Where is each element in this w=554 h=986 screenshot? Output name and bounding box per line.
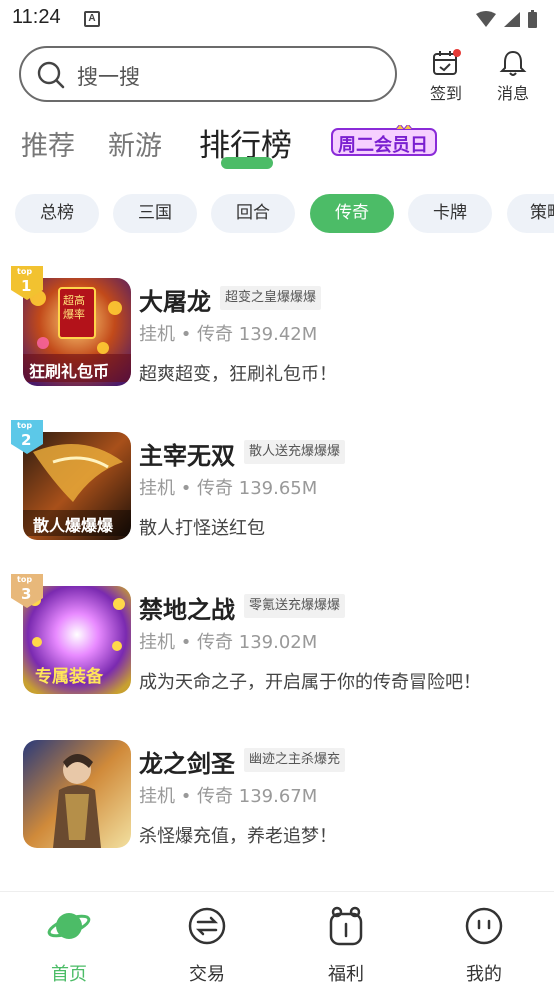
nav-profile[interactable]: 我的 — [444, 904, 524, 986]
nav-trade-label: 交易 — [189, 964, 225, 985]
category-chips: 总榜 三国 回合 传奇 卡牌 策略 — [0, 194, 554, 234]
rank-number: 3 — [21, 585, 32, 603]
unread-dot — [453, 49, 461, 57]
thumb-badge: 超高爆率 — [63, 294, 85, 321]
system-status-icons — [476, 10, 537, 28]
game-title: 龙之剑圣 — [139, 750, 235, 778]
search-input[interactable]: 搜一搜 — [19, 46, 397, 102]
thumb-caption: 专属装备 — [35, 667, 103, 687]
search-placeholder: 搜一搜 — [77, 65, 140, 89]
game-thumbnail — [23, 740, 131, 848]
nav-home-label: 首页 — [51, 964, 87, 985]
game-row[interactable]: 专属装备 top 3 禁地之战 零氪送充爆爆爆 挂机 • 传奇 139.02M … — [0, 572, 554, 712]
planet-icon — [47, 913, 91, 939]
promo-member-day-banner[interactable]: 周二会员日 — [330, 123, 438, 157]
game-meta: 挂机 • 传奇 139.42M — [139, 324, 318, 345]
thumb-caption: 散人爆爆爆 — [33, 516, 114, 535]
game-tag: 零氪送充爆爆爆 — [244, 594, 346, 618]
game-title: 主宰无双 — [139, 442, 235, 470]
exchange-icon — [188, 907, 226, 945]
chip-overall[interactable]: 总榜 — [15, 194, 99, 233]
rank-label: top — [17, 575, 33, 584]
nav-home[interactable]: 首页 — [29, 904, 109, 986]
game-title: 大屠龙 — [139, 288, 211, 316]
active-tab-indicator — [221, 157, 273, 169]
game-tag: 幽迹之主杀爆充 — [244, 748, 346, 772]
bell-icon — [499, 50, 527, 76]
chip-card[interactable]: 卡牌 — [408, 194, 492, 233]
tab-new-games[interactable]: 新游 — [108, 124, 162, 163]
rank-number: 2 — [21, 431, 32, 449]
chip-three-kingdoms[interactable]: 三国 — [113, 194, 197, 233]
game-meta: 挂机 • 传奇 139.02M — [139, 632, 318, 653]
game-description: 成为天命之子，开启属于你的传奇冒险吧！ — [139, 672, 481, 693]
rank-number: 1 — [21, 277, 32, 295]
game-description: 散人打怪送红包 — [139, 518, 265, 539]
calendar-check-icon — [433, 49, 461, 75]
game-row[interactable]: 超高爆率 狂刷礼包币 top 1 大屠龙 超变之皇爆爆爆 挂机 • 传奇 139… — [0, 264, 554, 404]
game-description: 杀怪爆充值，养老追梦！ — [139, 826, 337, 847]
rank-label: top — [17, 421, 33, 430]
nav-profile-label: 我的 — [466, 964, 502, 985]
game-description: 超爽超变，狂刷礼包币！ — [139, 364, 337, 385]
bottom-nav: 首页 交易 福利 我的 — [0, 891, 554, 985]
search-icon — [37, 61, 65, 89]
gift-icon — [329, 906, 363, 946]
messages-label: 消息 — [496, 84, 529, 103]
game-tag: 超变之皇爆爆爆 — [220, 286, 322, 310]
battery-icon — [528, 12, 537, 28]
status-time: 11:24 — [12, 6, 61, 28]
rank-label: top — [17, 267, 33, 276]
game-tag: 散人送充爆爆爆 — [244, 440, 346, 464]
chip-strategy[interactable]: 策略 — [507, 194, 554, 233]
signal-icon — [504, 12, 520, 27]
messages-button[interactable]: 消息 — [488, 48, 538, 104]
checkin-button[interactable]: 签到 — [421, 48, 471, 104]
game-row[interactable]: 龙之剑圣 幽迹之主杀爆充 挂机 • 传奇 139.67M 杀怪爆充值，养老追梦！ — [0, 726, 554, 866]
chip-legend[interactable]: 传奇 — [310, 194, 394, 233]
checkin-label: 签到 — [429, 84, 462, 103]
promo-text: 周二会员日 — [338, 135, 428, 156]
game-meta: 挂机 • 传奇 139.67M — [139, 786, 318, 807]
chip-turn-based[interactable]: 回合 — [211, 194, 295, 233]
thumb-caption: 狂刷礼包币 — [29, 362, 110, 381]
status-bar: 11:24 A — [0, 0, 554, 38]
game-title: 禁地之战 — [139, 596, 235, 624]
game-meta: 挂机 • 传奇 139.65M — [139, 478, 318, 499]
face-icon — [465, 907, 503, 945]
nav-welfare-label: 福利 — [328, 964, 364, 985]
nav-welfare[interactable]: 福利 — [306, 904, 386, 986]
game-row[interactable]: 散人爆爆爆 top 2 主宰无双 散人送充爆爆爆 挂机 • 传奇 139.65M… — [0, 418, 554, 558]
notification-icon: A — [84, 11, 100, 27]
nav-trade[interactable]: 交易 — [167, 904, 247, 986]
wifi-icon — [476, 11, 496, 27]
tab-recommend[interactable]: 推荐 — [21, 124, 75, 163]
